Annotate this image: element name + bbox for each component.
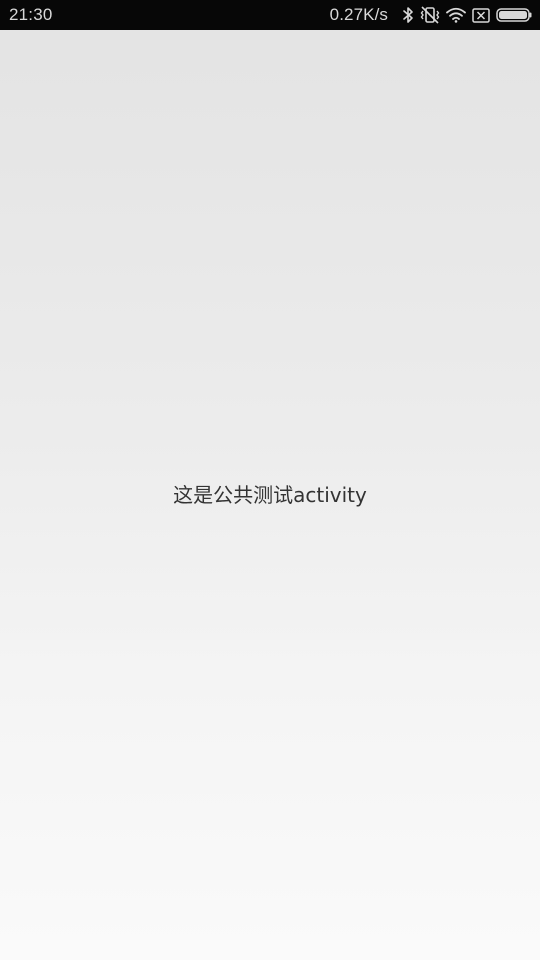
vibrate-off-icon — [420, 0, 440, 30]
battery-icon — [496, 0, 532, 30]
center-message: 这是公共测试activity — [173, 483, 367, 507]
no-sim-icon — [472, 0, 490, 30]
status-icons: 0.27K/s — [330, 0, 532, 30]
activity-content: 这是公共测试activity — [0, 30, 540, 960]
network-speed: 0.27K/s — [329, 5, 388, 24]
status-bar: 21:30 0.27K/s — [0, 0, 540, 30]
bluetooth-icon — [402, 0, 414, 30]
wifi-icon — [446, 0, 466, 30]
status-time: 21:30 — [9, 5, 53, 24]
